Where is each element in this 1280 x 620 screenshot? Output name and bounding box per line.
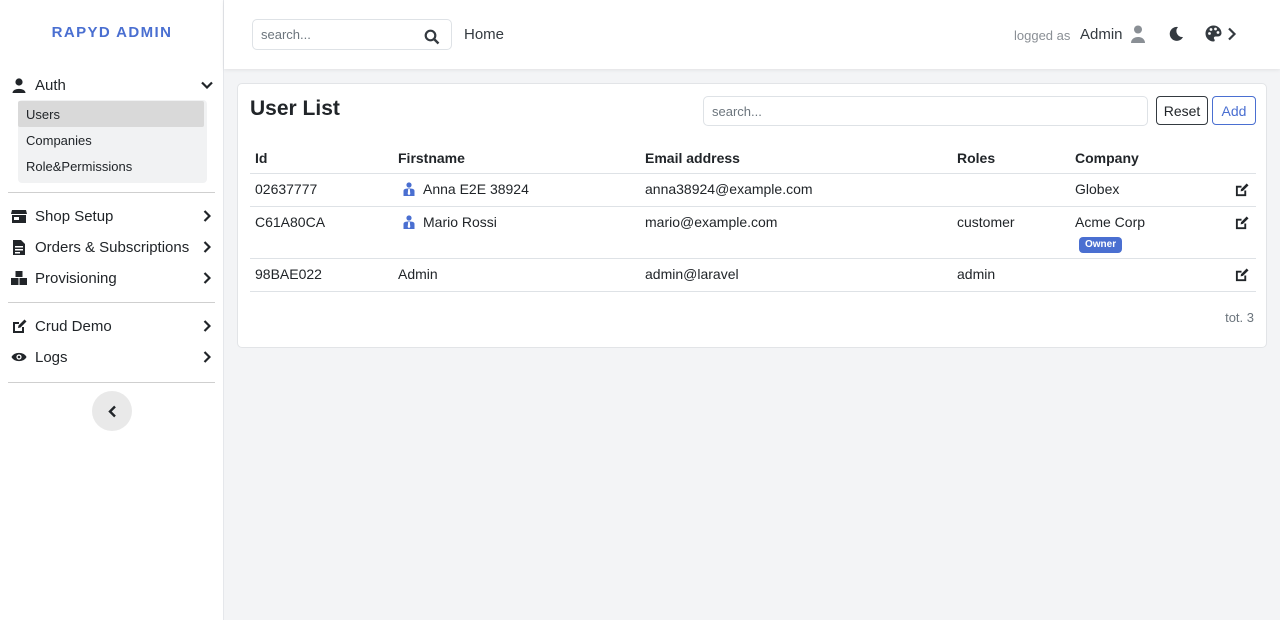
chevron-right-icon bbox=[200, 209, 214, 223]
column-header-company[interactable]: Company bbox=[1075, 150, 1139, 166]
user-icon bbox=[10, 76, 28, 94]
sidebar-item-provisioning[interactable]: Provisioning bbox=[8, 265, 216, 291]
top-search-box bbox=[252, 19, 452, 50]
cell-email: mario@example.com bbox=[645, 214, 778, 230]
cell-company: Acme Corp bbox=[1075, 214, 1146, 230]
sidebar-item-logs[interactable]: Logs bbox=[8, 344, 216, 370]
file-invoice-icon bbox=[10, 238, 28, 256]
cell-firstname: Admin bbox=[398, 266, 438, 282]
user-tie-icon bbox=[403, 182, 415, 196]
user-list-card: User List Reset Add Id Firstname Email a… bbox=[237, 83, 1267, 348]
cell-email: admin@laravel bbox=[645, 266, 739, 282]
cell-roles: admin bbox=[957, 266, 996, 282]
firstname-text: Mario Rossi bbox=[423, 214, 497, 230]
sidebar-item-users[interactable]: Users bbox=[18, 101, 204, 127]
edit-icon[interactable] bbox=[1235, 268, 1249, 282]
column-header-email[interactable]: Email address bbox=[645, 150, 740, 166]
palette-icon[interactable] bbox=[1205, 25, 1222, 42]
logged-as-label: logged as bbox=[1014, 28, 1071, 43]
auth-submenu: Users Companies Role&Permissions bbox=[18, 100, 207, 183]
divider bbox=[8, 382, 215, 383]
edit-icon bbox=[10, 317, 28, 335]
divider bbox=[8, 302, 215, 303]
owner-badge: Owner bbox=[1079, 237, 1123, 253]
brand-logo[interactable]: RAPYD ADMIN bbox=[0, 24, 224, 41]
table-row[interactable]: 02637777 Anna E2E 38924 anna38924@exampl… bbox=[250, 174, 1256, 207]
edit-icon[interactable] bbox=[1235, 183, 1249, 197]
cell-id: 02637777 bbox=[255, 181, 318, 197]
cell-email: anna38924@example.com bbox=[645, 181, 813, 197]
chevron-right-icon bbox=[200, 240, 214, 254]
chevron-right-icon bbox=[200, 319, 214, 333]
table-row[interactable]: C61A80CA Mario Rossi mario@example.com c… bbox=[250, 207, 1256, 259]
topbar: Home logged as Admin bbox=[224, 0, 1280, 69]
sidebar-item-shop-setup[interactable]: Shop Setup bbox=[8, 203, 216, 229]
store-icon bbox=[10, 207, 28, 225]
cell-firstname: Anna E2E 38924 bbox=[398, 181, 529, 197]
cell-roles: customer bbox=[957, 214, 1015, 230]
users-table: Id Firstname Email address Roles Company… bbox=[250, 144, 1256, 292]
sidebar-item-crud-demo[interactable]: Crud Demo bbox=[8, 313, 216, 339]
sidebar-item-label: Auth bbox=[35, 76, 66, 94]
sidebar-item-role-permissions[interactable]: Role&Permissions bbox=[18, 153, 204, 179]
user-tie-icon bbox=[403, 215, 415, 229]
collapse-sidebar-button[interactable] bbox=[92, 391, 132, 431]
table-header: Id Firstname Email address Roles Company bbox=[250, 144, 1256, 174]
cubes-icon bbox=[10, 269, 28, 287]
cell-firstname: Mario Rossi bbox=[398, 214, 497, 230]
top-search-input[interactable] bbox=[253, 20, 413, 49]
sidebar: RAPYD ADMIN Auth Users Companies Role&Pe… bbox=[0, 0, 224, 620]
moon-icon[interactable] bbox=[1168, 26, 1184, 42]
chevron-right-icon bbox=[200, 350, 214, 364]
sidebar-item-label: Provisioning bbox=[35, 269, 117, 287]
sidebar-item-auth[interactable]: Auth bbox=[8, 72, 216, 98]
chevron-down-icon bbox=[200, 78, 214, 92]
user-name: Admin bbox=[1080, 26, 1123, 43]
add-button[interactable]: Add bbox=[1212, 96, 1256, 125]
sidebar-item-orders-subscriptions[interactable]: Orders & Subscriptions bbox=[8, 234, 216, 260]
cell-company: Globex bbox=[1075, 181, 1120, 197]
sidebar-item-label: Crud Demo bbox=[35, 317, 112, 335]
sidebar-item-label: Logs bbox=[35, 348, 68, 366]
chevron-right-icon bbox=[200, 271, 214, 285]
search-icon[interactable] bbox=[424, 29, 440, 45]
eye-icon bbox=[10, 348, 28, 366]
sidebar-item-label: Shop Setup bbox=[35, 207, 114, 225]
firstname-text: Anna E2E 38924 bbox=[423, 181, 529, 197]
column-header-id[interactable]: Id bbox=[255, 150, 267, 166]
page-title: User List bbox=[250, 97, 340, 120]
list-search-input[interactable] bbox=[703, 96, 1148, 126]
cell-id: C61A80CA bbox=[255, 214, 326, 230]
chevron-left-icon bbox=[107, 405, 116, 417]
total-count: tot. 3 bbox=[1225, 310, 1254, 325]
cell-id: 98BAE022 bbox=[255, 266, 322, 282]
sidebar-item-label: Orders & Subscriptions bbox=[35, 238, 190, 256]
column-header-roles[interactable]: Roles bbox=[957, 150, 995, 166]
divider bbox=[8, 192, 215, 193]
chevron-right-icon[interactable] bbox=[1226, 27, 1238, 41]
user-avatar-icon[interactable] bbox=[1130, 25, 1146, 43]
reset-button[interactable]: Reset bbox=[1156, 96, 1208, 125]
home-link[interactable]: Home bbox=[464, 26, 504, 43]
sidebar-item-companies[interactable]: Companies bbox=[18, 127, 204, 153]
column-header-firstname[interactable]: Firstname bbox=[398, 150, 465, 166]
table-row[interactable]: 98BAE022 Admin admin@laravel admin bbox=[250, 259, 1256, 292]
edit-icon[interactable] bbox=[1235, 216, 1249, 230]
